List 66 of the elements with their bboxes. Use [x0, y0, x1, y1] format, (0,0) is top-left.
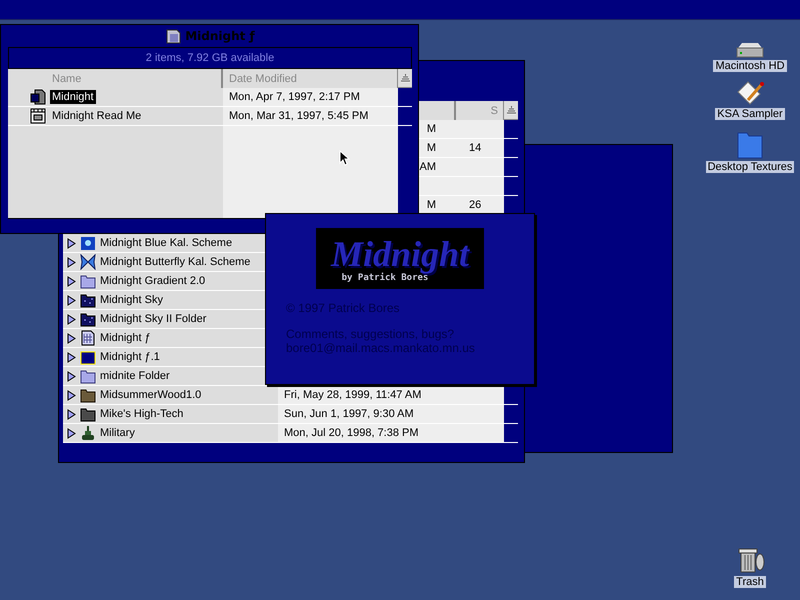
- folder-icon: [80, 273, 96, 289]
- disclosure-triangle-icon[interactable]: [67, 294, 76, 306]
- file-name[interactable]: Midnight Sky II Folder: [100, 313, 206, 325]
- disclosure-triangle-icon[interactable]: [67, 408, 76, 420]
- table-cell: 14: [456, 139, 504, 157]
- table-cell: [456, 120, 504, 138]
- icon-label[interactable]: Trash: [734, 576, 766, 588]
- hard-disk-icon: [734, 42, 766, 58]
- folder-icon: [165, 28, 182, 44]
- copyright-text: © 1997 Patrick Bores: [286, 301, 401, 315]
- date-cell: Sun, Jun 1, 1997, 9:30 AM: [278, 405, 456, 423]
- file-name[interactable]: Midnight Sky: [100, 294, 163, 306]
- tank-icon: [80, 425, 96, 441]
- disclosure-triangle-icon[interactable]: [67, 390, 76, 400]
- file-name[interactable]: Midnight Gradient 2.0: [100, 275, 206, 287]
- file-name[interactable]: MidsummerWood1.0: [100, 389, 202, 401]
- date-cell: Mon, Apr 7, 1997, 2:17 PM: [223, 88, 398, 106]
- icon-label[interactable]: KSA Sampler: [715, 108, 785, 120]
- folder-icon: [80, 368, 96, 384]
- window-title: Midnight ƒ: [185, 29, 255, 43]
- file-name[interactable]: Midnight Blue Kal. Scheme: [100, 237, 232, 249]
- table-cell: [456, 177, 504, 195]
- file-name[interactable]: midnite Folder: [100, 370, 170, 382]
- disclosure-triangle-icon[interactable]: [67, 238, 76, 248]
- logo-title: Midnight: [330, 234, 470, 272]
- file-name[interactable]: Midnight Butterfly Kal. Scheme: [100, 256, 250, 268]
- table-cell: [456, 158, 504, 176]
- disclosure-triangle-icon[interactable]: [67, 256, 76, 268]
- sort-order-icon[interactable]: [507, 106, 516, 114]
- disclosure-triangle-icon[interactable]: [67, 370, 76, 382]
- disclosure-triangle-icon[interactable]: [67, 352, 76, 362]
- disclosure-triangle-icon[interactable]: [67, 276, 76, 286]
- starry-folder-icon: [80, 292, 96, 308]
- pattern-document-icon: [80, 330, 96, 346]
- application-icon: [30, 89, 46, 105]
- about-text: bore01@mail.macs.mankato.mn.us: [286, 341, 476, 355]
- starry-folder-icon: [80, 311, 96, 327]
- info-bar: 2 items, 7.92 GB available: [8, 47, 412, 69]
- file-name[interactable]: Midnight ƒ.1: [100, 351, 160, 363]
- disclosure-triangle-icon[interactable]: [67, 428, 76, 438]
- wood-folder-icon: [80, 387, 96, 403]
- folder-icon: [80, 406, 96, 422]
- table-cell: [456, 386, 504, 404]
- table-cell: [456, 405, 504, 423]
- icon-label[interactable]: Desktop Textures: [706, 161, 794, 173]
- logo-byline: by Patrick Bores: [342, 272, 428, 282]
- sort-order-icon[interactable]: [401, 74, 410, 82]
- icon-label[interactable]: Macintosh HD: [713, 60, 787, 72]
- folder-icon: [80, 349, 96, 365]
- file-name[interactable]: Midnight Read Me: [50, 109, 144, 123]
- disclosure-triangle-icon[interactable]: [67, 314, 76, 324]
- date-cell: Fri, May 28, 1999, 11:47 AM: [278, 386, 456, 404]
- document-icon: [30, 108, 46, 124]
- butterfly-icon: [80, 254, 96, 270]
- date-cell: Mon, Mar 31, 1997, 5:45 PM: [223, 107, 398, 125]
- file-name[interactable]: Midnight: [50, 90, 96, 104]
- disclosure-triangle-icon[interactable]: [67, 332, 76, 344]
- file-name[interactable]: Mike's High-Tech: [100, 408, 184, 420]
- file-name[interactable]: Military: [100, 427, 135, 439]
- table-cell: [456, 424, 504, 442]
- pointer-icon: [339, 150, 350, 166]
- file-name[interactable]: Midnight ƒ: [100, 332, 151, 344]
- about-text: Comments, suggestions, bugs?: [286, 327, 456, 341]
- date-cell: Mon, Jul 20, 1998, 7:38 PM: [278, 424, 456, 442]
- header-cell: [419, 101, 456, 120]
- table-cell: 26: [456, 196, 504, 214]
